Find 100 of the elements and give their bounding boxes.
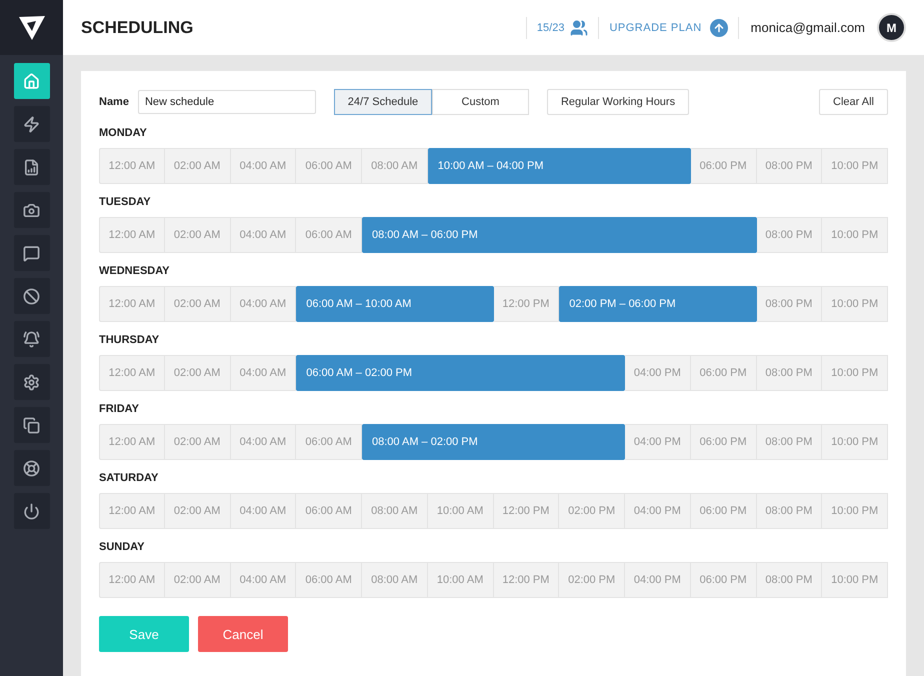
time-slot[interactable]: 12:00 AM: [99, 424, 165, 460]
day-label: MONDAY: [99, 127, 148, 139]
time-slot[interactable]: 08:00 PM: [756, 424, 822, 460]
time-slot[interactable]: 06:00 AM: [296, 424, 362, 460]
clear-button[interactable]: Clear All: [819, 89, 888, 115]
time-slot[interactable]: 08:00 AM: [362, 562, 428, 598]
time-slot[interactable]: 04:00 AM: [230, 148, 296, 184]
time-slot[interactable]: 10:00 PM: [822, 286, 888, 322]
time-slot[interactable]: 04:00 AM: [230, 424, 296, 460]
time-slot[interactable]: 10:00 PM: [822, 217, 888, 253]
nav-item[interactable]: [14, 106, 50, 142]
time-slot[interactable]: 12:00 PM: [494, 562, 560, 598]
time-slot[interactable]: 08:00 PM: [756, 355, 822, 391]
upgrade-link[interactable]: UPGRADE PLAN: [599, 16, 739, 38]
day-label: FRIDAY: [99, 403, 140, 415]
time-slot[interactable]: 10:00 PM: [822, 424, 888, 460]
user-email: monica@gmail.com: [750, 20, 865, 35]
day-label: SUNDAY: [99, 541, 146, 553]
time-slot[interactable]: 06:00 AM: [296, 148, 362, 184]
arrow-up-icon: [710, 18, 728, 36]
time-slot[interactable]: 04:00 AM: [230, 286, 296, 322]
time-slot[interactable]: 02:00 AM: [164, 493, 230, 529]
page-title: SCHEDULING: [81, 18, 194, 38]
time-slot[interactable]: 10:00 PM: [822, 148, 888, 184]
time-slot[interactable]: 12:00 AM: [99, 148, 165, 184]
time-slot[interactable]: 12:00 AM: [99, 355, 165, 391]
nav-item[interactable]: [14, 450, 50, 486]
time-range[interactable]: 02:00 PM – 06:00 PM: [559, 286, 756, 322]
time-slot[interactable]: 02:00 AM: [164, 217, 230, 253]
nav-item[interactable]: [14, 278, 50, 314]
mode-tab[interactable]: 24/7 Schedule: [334, 89, 432, 115]
time-slot[interactable]: 12:00 AM: [99, 493, 165, 529]
day-label: SATURDAY: [99, 472, 160, 484]
time-range[interactable]: 08:00 AM – 06:00 PM: [362, 217, 756, 253]
report-icon: [23, 158, 40, 176]
nav-item[interactable]: [14, 321, 50, 357]
time-slot[interactable]: 10:00 PM: [822, 562, 888, 598]
nav-item[interactable]: [14, 407, 50, 443]
time-slot[interactable]: 06:00 AM: [296, 217, 362, 253]
time-slot[interactable]: 02:00 AM: [164, 424, 230, 460]
bell-icon: [23, 330, 40, 348]
settings-icon: [23, 374, 40, 390]
time-slot[interactable]: 08:00 PM: [756, 562, 822, 598]
time-range[interactable]: 06:00 AM – 10:00 AM: [296, 286, 494, 322]
time-slot[interactable]: 06:00 PM: [690, 355, 756, 391]
time-slot[interactable]: 10:00 PM: [822, 355, 888, 391]
avatar[interactable]: M: [877, 13, 906, 42]
cancel-button[interactable]: Cancel: [198, 616, 288, 652]
time-slot[interactable]: 10:00 PM: [822, 493, 888, 529]
time-range[interactable]: 10:00 AM – 04:00 PM: [428, 148, 691, 184]
time-slot[interactable]: 02:00 AM: [164, 562, 230, 598]
time-slot[interactable]: 06:00 PM: [690, 424, 756, 460]
time-slot[interactable]: 02:00 AM: [164, 286, 230, 322]
name-field[interactable]: New schedule: [138, 90, 316, 114]
time-slot[interactable]: 08:00 PM: [756, 493, 822, 529]
time-slot[interactable]: 12:00 PM: [494, 493, 560, 529]
time-range[interactable]: 08:00 AM – 02:00 PM: [362, 424, 625, 460]
time-slot[interactable]: 04:00 AM: [230, 355, 296, 391]
nav-item[interactable]: [14, 493, 50, 529]
time-slot[interactable]: 12:00 AM: [99, 286, 165, 322]
time-slot[interactable]: 04:00 PM: [625, 562, 691, 598]
nav-item[interactable]: [14, 235, 50, 271]
preset-button[interactable]: Regular Working Hours: [546, 89, 690, 115]
time-slot[interactable]: 02:00 PM: [559, 562, 625, 598]
time-slot[interactable]: 06:00 AM: [296, 493, 362, 529]
mode-tab[interactable]: Custom: [432, 89, 529, 115]
time-slot[interactable]: 10:00 AM: [428, 493, 494, 529]
lifebuoy-icon: [23, 460, 40, 476]
time-slot[interactable]: 10:00 AM: [428, 562, 494, 598]
day-label: TUESDAY: [99, 196, 152, 208]
time-slot[interactable]: 08:00 PM: [756, 148, 822, 184]
lightning-icon: [23, 116, 40, 132]
nav-item[interactable]: [14, 192, 50, 228]
time-slot[interactable]: 04:00 AM: [230, 562, 296, 598]
nav-item[interactable]: [14, 149, 50, 185]
time-slot[interactable]: 06:00 PM: [690, 562, 756, 598]
home-icon: [23, 72, 40, 90]
time-slot[interactable]: 02:00 AM: [164, 148, 230, 184]
day-label: THURSDAY: [99, 334, 160, 346]
time-slot[interactable]: 08:00 PM: [756, 217, 822, 253]
save-button[interactable]: Save: [99, 616, 189, 652]
time-slot[interactable]: 12:00 AM: [99, 217, 165, 253]
time-slot[interactable]: 04:00 PM: [625, 493, 691, 529]
time-slot[interactable]: 04:00 AM: [230, 217, 296, 253]
time-slot[interactable]: 04:00 PM: [625, 424, 691, 460]
users-icon: [570, 18, 588, 36]
time-slot[interactable]: 04:00 AM: [230, 493, 296, 529]
time-slot[interactable]: 12:00 AM: [99, 562, 165, 598]
time-slot[interactable]: 08:00 AM: [362, 493, 428, 529]
nav-item[interactable]: [14, 364, 50, 400]
time-slot[interactable]: 04:00 PM: [625, 355, 691, 391]
time-slot[interactable]: 12:00 PM: [494, 286, 560, 322]
time-slot[interactable]: 08:00 PM: [756, 286, 822, 322]
time-slot[interactable]: 02:00 PM: [559, 493, 625, 529]
time-slot[interactable]: 06:00 PM: [690, 493, 756, 529]
time-range[interactable]: 06:00 AM – 02:00 PM: [296, 355, 625, 391]
time-slot[interactable]: 02:00 AM: [164, 355, 230, 391]
time-slot[interactable]: 06:00 AM: [296, 562, 362, 598]
time-slot[interactable]: 08:00 AM: [362, 148, 428, 184]
time-slot[interactable]: 06:00 PM: [690, 148, 756, 184]
